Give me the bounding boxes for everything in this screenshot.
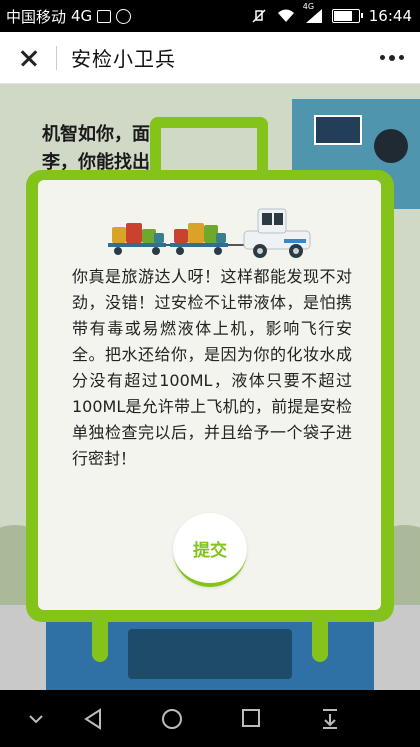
network-label: 4G — [71, 7, 93, 25]
mute-icon — [252, 9, 266, 23]
signal-icon: 4G — [303, 2, 323, 24]
chevron-down-icon[interactable] — [28, 714, 44, 724]
page-title: 安检小卫兵 — [71, 47, 176, 71]
suitcase-leg — [92, 618, 108, 662]
back-icon[interactable] — [82, 708, 104, 730]
result-message: 你真是旅游达人呀！这样都能发现不对劲，没错！过安检不让带液体，是怕携带有毒或易燃… — [72, 267, 352, 468]
recents-icon[interactable] — [241, 708, 261, 728]
status-left: 中国移动 4G — [6, 6, 132, 27]
image-icon — [97, 9, 112, 23]
network-small-label: 4G — [302, 2, 315, 11]
system-nav-bar — [0, 690, 420, 747]
scanner-dial — [374, 129, 408, 163]
carrier-label: 中国移动 — [6, 7, 67, 26]
submit-button[interactable]: 提交 — [173, 513, 247, 587]
status-bar: 中国移动 4G 4G 16:44 — [0, 0, 420, 32]
download-icon[interactable] — [320, 708, 340, 730]
status-right: 4G 16:44 — [251, 2, 412, 25]
app-header: 安检小卫兵 — [0, 32, 420, 84]
more-icon-dot — [389, 54, 395, 61]
result-card: 你真是旅游达人呀！这样都能发现不对劲，没错！过安检不让带液体，是怕携带有毒或易燃… — [38, 180, 381, 610]
home-icon[interactable] — [161, 708, 183, 730]
suitcase-leg — [312, 618, 328, 662]
baggage-tractor-illustration — [108, 208, 311, 258]
scanner-panel — [314, 115, 362, 145]
header-divider — [56, 45, 57, 70]
more-icon-dot — [399, 55, 404, 60]
more-button[interactable] — [364, 32, 420, 84]
close-button[interactable] — [0, 32, 56, 84]
more-icon-dot — [380, 55, 385, 60]
clock: 16:44 — [368, 7, 412, 25]
wifi-icon — [277, 9, 294, 22]
emoji-icon — [116, 8, 132, 24]
battery-icon — [331, 9, 363, 23]
machine-slot — [128, 629, 292, 679]
